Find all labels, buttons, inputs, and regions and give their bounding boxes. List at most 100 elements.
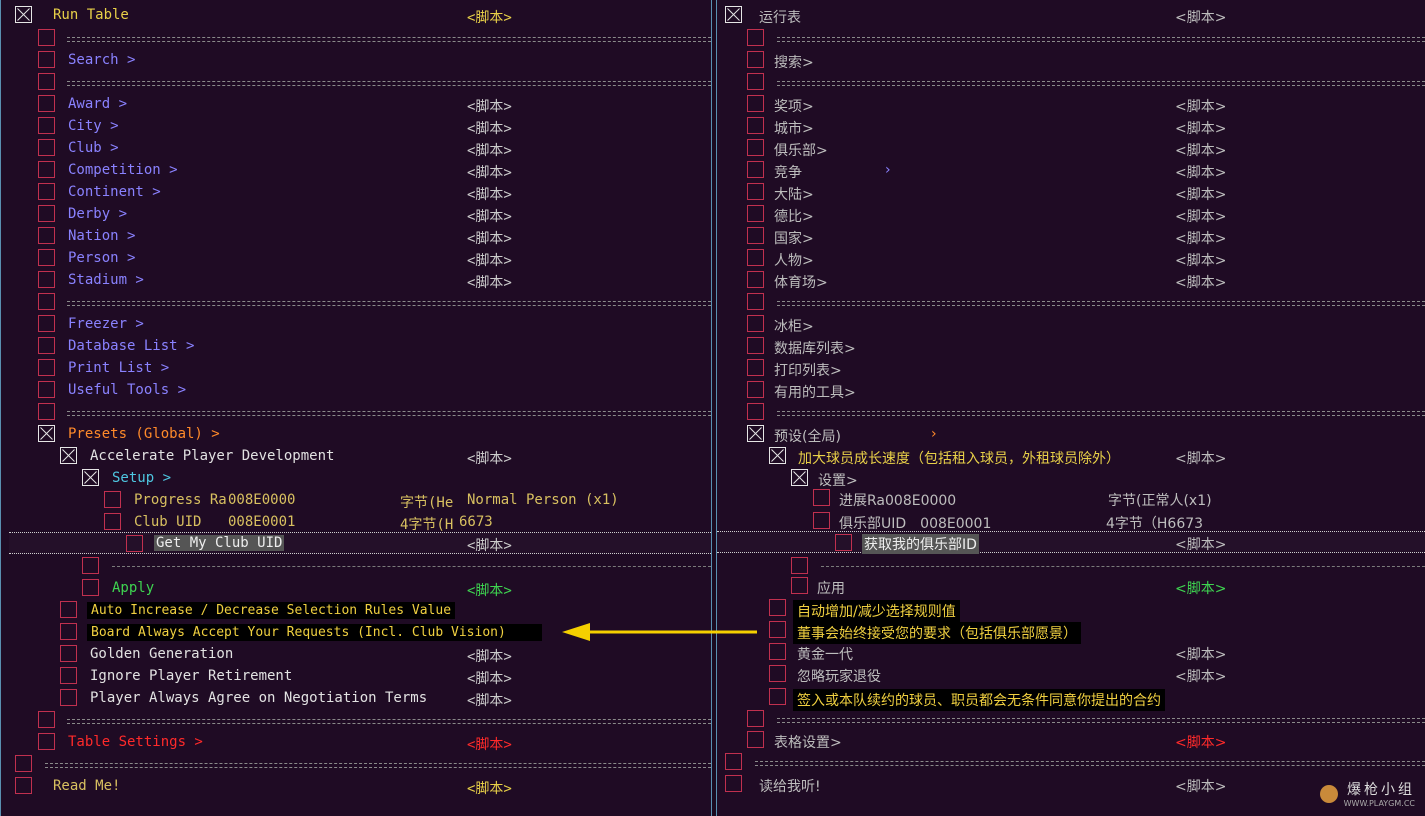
row-print-list[interactable]: 打印列表> [717,357,1425,379]
row-golden[interactable]: 黄金一代 <脚本> [717,641,1425,663]
row-nation[interactable]: Nation > <脚本> [1,225,711,247]
checkbox[interactable] [725,775,742,792]
checkbox[interactable] [791,557,808,574]
row-club[interactable]: Club > <脚本> [1,137,711,159]
checkbox[interactable] [747,337,764,354]
row-search[interactable]: Search > [1,49,711,71]
row-table-settings[interactable]: Table Settings > <脚本> [1,731,711,753]
checkbox[interactable] [813,489,830,506]
checkbox[interactable] [769,447,786,464]
checkbox[interactable] [82,557,99,574]
row-freezer[interactable]: Freezer > [1,313,711,335]
checkbox[interactable] [747,205,764,222]
checkbox[interactable] [747,271,764,288]
checkbox[interactable] [747,359,764,376]
row-progress[interactable]: Progress Ra 008E0000 字节(He Normal Person… [1,489,711,511]
checkbox[interactable] [747,381,764,398]
checkbox[interactable] [38,227,55,244]
row-person[interactable]: Person > <脚本> [1,247,711,269]
checkbox[interactable] [38,271,55,288]
checkbox[interactable] [747,249,764,266]
checkbox[interactable] [769,665,786,682]
checkbox[interactable] [60,447,77,464]
row-city[interactable]: City > <脚本> [1,115,711,137]
checkbox[interactable] [747,731,764,748]
row-run-table[interactable]: Run Table <脚本> [1,4,711,26]
checkbox[interactable] [82,469,99,486]
checkbox[interactable] [82,579,99,596]
row-search[interactable]: 搜索> [717,49,1425,71]
checkbox[interactable] [15,755,32,772]
checkbox[interactable] [747,315,764,332]
row-derby[interactable]: Derby > <脚本> [1,203,711,225]
checkbox[interactable] [747,29,764,46]
row-stadium[interactable]: Stadium > <脚本> [1,269,711,291]
checkbox[interactable] [769,621,786,638]
row-setup[interactable]: 设置> [717,467,1425,489]
row-golden[interactable]: Golden Generation <脚本> [1,643,711,665]
row-database-list[interactable]: 数据库列表> [717,335,1425,357]
checkbox[interactable] [38,139,55,156]
checkbox[interactable] [791,577,808,594]
row-award[interactable]: Award > <脚本> [1,93,711,115]
row-ignore-retire[interactable]: Ignore Player Retirement <脚本> [1,665,711,687]
row-database-list[interactable]: Database List > [1,335,711,357]
value-type[interactable]: 4字节（H6673 [1106,513,1203,533]
checkbox[interactable] [38,249,55,266]
row-table-settings[interactable]: 表格设置> <脚本> [717,729,1425,751]
checkbox[interactable] [38,293,55,310]
row-stadium[interactable]: 体育场> <脚本> [717,269,1425,291]
checkbox[interactable] [38,117,55,134]
value[interactable]: 6673 [459,514,493,530]
checkbox[interactable] [747,117,764,134]
checkbox[interactable] [791,469,808,486]
row-person[interactable]: 人物> <脚本> [717,247,1425,269]
checkbox[interactable] [813,512,830,529]
checkbox[interactable] [747,139,764,156]
checkbox[interactable] [38,95,55,112]
row-ignore-retire[interactable]: 忽略玩家退役 <脚本> [717,663,1425,685]
checkbox[interactable] [38,381,55,398]
checkbox[interactable] [747,227,764,244]
checkbox[interactable] [769,688,786,705]
row-useful-tools[interactable]: 有用的工具> [717,379,1425,401]
row-apply[interactable]: 应用 <脚本> [717,575,1425,597]
row-freezer[interactable]: 冰柜> [717,313,1425,335]
row-get-my-club-uid[interactable]: 获取我的俱乐部ID <脚本> [717,531,1425,554]
row-presets[interactable]: 预设(全局) › [717,423,1425,445]
checkbox[interactable] [747,403,764,420]
checkbox[interactable] [747,161,764,178]
value-type[interactable]: 字节(正常人(x1) [1108,490,1212,510]
checkbox[interactable] [60,667,77,684]
row-auto-increase[interactable]: Auto Increase / Decrease Selection Rules… [1,599,711,621]
checkbox[interactable] [38,337,55,354]
row-read-me[interactable]: Read Me! <脚本> [1,775,711,797]
row-get-my-club-uid[interactable]: Get My Club UID <脚本> [9,532,711,554]
row-club-uid[interactable]: Club UID 008E0001 4字节(H 6673 [1,511,711,533]
checkbox[interactable] [60,601,77,618]
checkbox[interactable] [60,645,77,662]
row-progress[interactable]: 进展Ra008E0000 字节(正常人(x1) [717,487,1425,509]
row-run-table[interactable]: 运行表 <脚本> [717,4,1425,26]
row-useful-tools[interactable]: Useful Tools > [1,379,711,401]
checkbox[interactable] [38,315,55,332]
checkbox[interactable] [38,205,55,222]
checkbox[interactable] [725,6,742,23]
row-competition[interactable]: Competition > <脚本> [1,159,711,181]
row-presets[interactable]: Presets (Global) > [1,423,711,445]
checkbox[interactable] [747,425,764,442]
row-continent[interactable]: 大陆> <脚本> [717,181,1425,203]
row-apply[interactable]: Apply <脚本> [1,577,711,599]
checkbox[interactable] [15,777,32,794]
checkbox[interactable] [38,73,55,90]
row-city[interactable]: 城市> <脚本> [717,115,1425,137]
checkbox[interactable] [38,161,55,178]
checkbox[interactable] [725,753,742,770]
checkbox[interactable] [769,643,786,660]
row-player-agree[interactable]: Player Always Agree on Negotiation Terms… [1,687,711,709]
row-club[interactable]: 俱乐部> <脚本> [717,137,1425,159]
row-derby[interactable]: 德比> <脚本> [717,203,1425,225]
checkbox[interactable] [747,293,764,310]
checkbox[interactable] [104,513,121,530]
checkbox[interactable] [769,599,786,616]
